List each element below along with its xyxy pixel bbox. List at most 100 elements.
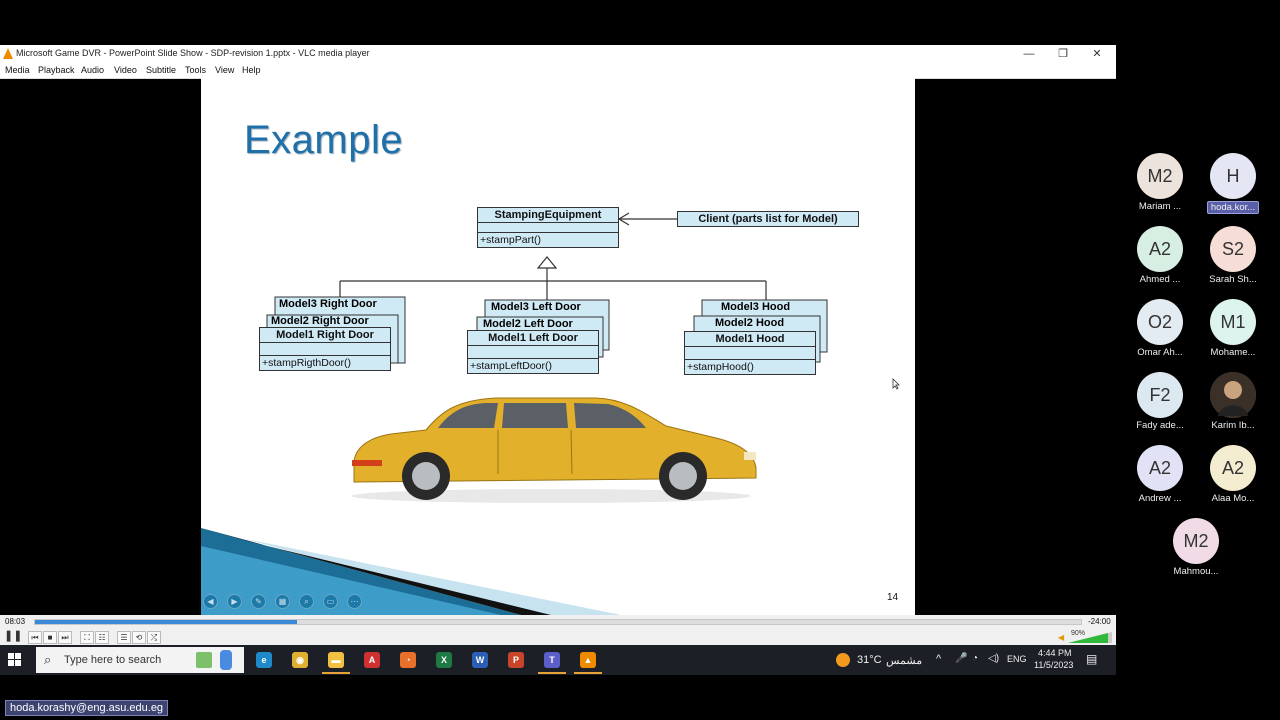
participant-tile[interactable]: M1 Mohame... [1207,299,1259,358]
model2-right-door: Model2 Right Door [271,315,369,327]
prev-slide-icon[interactable]: ◀ [203,594,218,609]
firefox-icon[interactable]: ◔ [400,652,416,668]
playlist-icon[interactable]: ☰ [117,631,131,644]
seek-slider[interactable] [34,619,1082,625]
loop-icon[interactable]: ⟲ [132,631,146,644]
grid-icon[interactable]: ▦ [275,594,290,609]
next-slide-icon[interactable]: ▶ [227,594,242,609]
participant-tile[interactable]: M2 Mahmou... [1170,518,1222,577]
microphone-icon[interactable]: 🎤 [955,653,967,664]
menu-media[interactable]: Media [5,65,30,75]
participant-avatar: M2 [1173,518,1219,564]
menu-audio[interactable]: Audio [81,65,104,75]
seek-bar: 08:03 -24:00 [0,615,1116,629]
participant-name: Karim Ib... [1211,420,1255,431]
class-name: Model1 Hood [685,332,815,347]
weather-sun-icon[interactable] [836,653,850,667]
volume-icon[interactable]: ◁) [988,653,999,664]
car-image [351,397,757,503]
menu-tools[interactable]: Tools [185,65,206,75]
participant-tile[interactable]: F2 Fady ade... [1134,372,1186,431]
participant-tile[interactable]: A2 Andrew ... [1134,445,1186,504]
mouse-cursor-icon [892,378,900,390]
participant-tile[interactable]: M2 Mariam ... [1134,153,1186,212]
operation: +stampPart() [480,234,541,246]
model3-left-door: Model3 Left Door [491,301,581,313]
participant-name: Sarah Sh... [1209,274,1257,285]
menu-help[interactable]: Help [242,65,261,75]
minimize-button[interactable]: — [1012,47,1046,61]
extended-settings-icon[interactable]: ☷ [95,631,109,644]
stop-icon[interactable]: ■ [43,631,57,644]
show-hidden-icons-icon[interactable]: ^ [936,653,941,665]
participant-name: Alaa Mo... [1211,493,1255,504]
participant-tile[interactable]: Hhoda.kor... [1207,153,1259,214]
wifi-icon[interactable]: ◔ [972,653,978,664]
active-app-indicator [322,672,350,674]
model3-hood: Model3 Hood [721,301,791,313]
vlc-icon[interactable]: ▲ [580,652,596,668]
participant-tile[interactable]: A2 Alaa Mo... [1207,445,1259,504]
participant-avatar: M2 [1137,153,1183,199]
notifications-icon[interactable]: ▤ [1086,652,1097,666]
fullscreen-icon[interactable]: ⛶ [80,631,94,644]
pen-icon[interactable]: ✎ [251,594,266,609]
active-app-indicator [538,672,566,674]
participant-avatar: A2 [1137,445,1183,491]
uml-model1-hood: Model1 Hood +stampHood() [684,331,816,375]
previous-icon[interactable]: ⏮ [28,631,42,644]
powerpoint-icon[interactable]: P [508,652,524,668]
attributes-section [478,223,618,233]
more-icon[interactable]: ⋯ [347,594,362,609]
language-indicator[interactable]: ENG [1007,654,1027,664]
participant-avatar: S2 [1210,226,1256,272]
weather-label[interactable]: مشمس [886,654,922,667]
menu-bar: Media Playback Audio Video Subtitle Tool… [0,63,1116,79]
uml-stamping-equipment: StampingEquipment +stampPart() [477,207,619,248]
search-highlight-icon-2 [220,650,232,670]
participant-tile[interactable]: A2 Ahmed ... [1134,226,1186,285]
pause-icon[interactable]: ❚❚ [4,631,22,642]
clock-time[interactable]: 4:44 PM [1038,648,1072,658]
slide: Example StampingEquipment +stampPart() C… [201,78,915,615]
operation: +stampHood() [687,361,754,373]
menu-view[interactable]: View [215,65,234,75]
windows-taskbar: ⌕ Type here to search 31°C مشمس ^ 🎤 ◔ ◁)… [0,645,1116,675]
vlc-window: Microsoft Game DVR - PowerPoint Slide Sh… [0,45,1116,675]
window-title: Microsoft Game DVR - PowerPoint Slide Sh… [16,48,370,58]
menu-video[interactable]: Video [114,65,137,75]
menu-playback[interactable]: Playback [38,65,75,75]
excel-icon[interactable]: X [436,652,452,668]
volume-slider[interactable] [1068,632,1112,643]
close-button[interactable]: ✕ [1080,47,1114,61]
chrome-icon[interactable]: ◉ [292,652,308,668]
clock-date[interactable]: 11/5/2023 [1034,660,1073,670]
player-controls: ❚❚ ⏮ ■ ⏭ ⛶ ☷ ☰ ⟲ ⤮ ◀ 90% [0,629,1116,645]
speaker-icon[interactable]: ◀ [1058,633,1064,642]
subtitle-icon[interactable]: ▭ [323,594,338,609]
word-icon[interactable]: W [472,652,488,668]
teams-icon[interactable]: T [544,652,560,668]
participant-avatar: A2 [1210,445,1256,491]
vlc-cone-icon [3,48,13,59]
participant-tile[interactable]: Karim Ib... [1207,372,1259,431]
menu-subtitle[interactable]: Subtitle [146,65,176,75]
participant-avatar: F2 [1137,372,1183,418]
participant-avatar: O2 [1137,299,1183,345]
participant-tile[interactable]: S2 Sarah Sh... [1207,226,1259,285]
windows-start-icon[interactable] [8,653,22,667]
search-icon: ⌕ [44,652,52,667]
acrobat-icon[interactable]: A [364,652,380,668]
participant-tile[interactable]: O2 Omar Ah... [1134,299,1186,358]
zoom-icon[interactable]: ⌕ [299,594,314,609]
edge-icon[interactable]: e [256,652,272,668]
slide-number: 14 [887,592,899,603]
weather-temp[interactable]: 31°C [857,654,882,666]
taskbar-search[interactable]: ⌕ Type here to search [36,647,244,673]
participant-name: Omar Ah... [1137,347,1183,358]
shuffle-icon[interactable]: ⤮ [147,631,161,644]
file-explorer-icon[interactable]: ▬ [328,652,344,668]
maximize-button[interactable]: ❐ [1046,47,1080,61]
next-icon[interactable]: ⏭ [58,631,72,644]
participant-name: Mahmou... [1173,566,1219,577]
